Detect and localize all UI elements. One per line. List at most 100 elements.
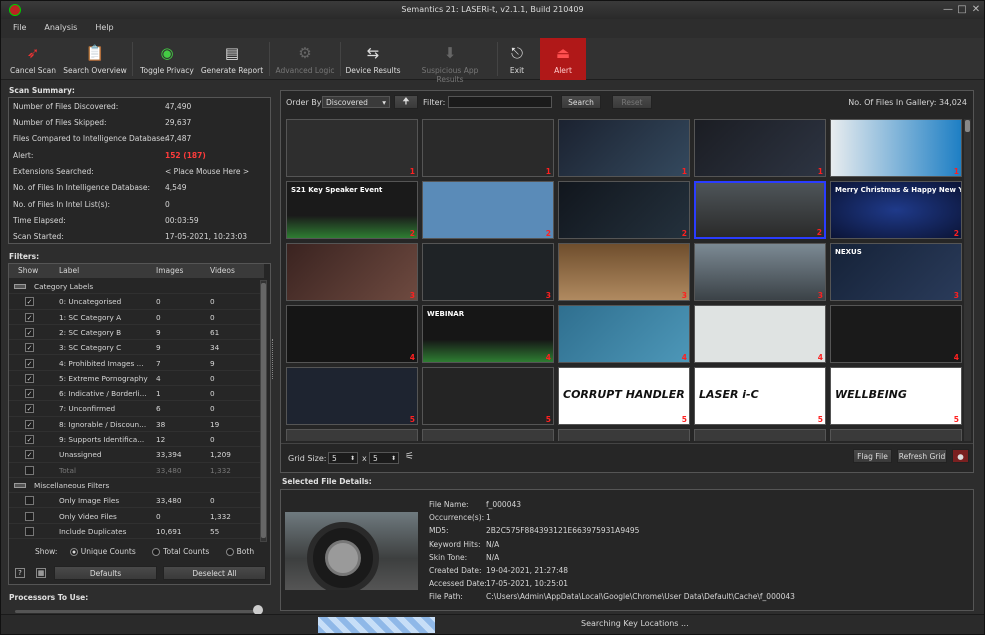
filter-row[interactable]: ✓ 2: SC Category B 9 61: [9, 325, 264, 341]
filter-row[interactable]: ✓ Unassigned 33,394 1,209: [9, 447, 264, 463]
gallery-thumbnail[interactable]: 4: [694, 305, 826, 363]
filter-group[interactable]: Miscellaneous Filters: [9, 478, 264, 494]
menu-help[interactable]: Help: [83, 19, 119, 37]
filter-checkbox[interactable]: ✓: [25, 404, 34, 414]
filter-row[interactable]: ✓ 6: Indicative / Borderli... 1 0: [9, 386, 264, 402]
gallery-thumbnail[interactable]: WEBINAR 4: [422, 305, 554, 363]
gallery-thumbnail[interactable]: 1: [286, 119, 418, 177]
grid-size-y[interactable]: 5 ⬍: [369, 452, 399, 464]
gallery-thumbnail[interactable]: 1: [422, 119, 554, 177]
reset-button[interactable]: Reset: [612, 95, 652, 109]
sort-direction-button[interactable]: 🠉: [394, 95, 418, 109]
export-icon[interactable]: ▦: [36, 568, 46, 578]
gallery-thumbnail[interactable]: [830, 429, 962, 441]
search-overview-button[interactable]: 📋 Search Overview: [63, 38, 127, 80]
filter-row[interactable]: ✓ 3: SC Category C 9 34: [9, 340, 264, 356]
search-button[interactable]: Search: [561, 95, 601, 109]
gallery-thumbnail[interactable]: 2: [422, 181, 554, 239]
filter-row[interactable]: ✓ 7: Unconfirmed 6 0: [9, 401, 264, 417]
gallery-thumbnail[interactable]: 2: [694, 181, 826, 239]
gallery-thumbnail[interactable]: WELLBEING 5: [830, 367, 962, 425]
filter-row[interactable]: Only Video Files 0 1,332: [9, 509, 264, 524]
grid-settings-icon[interactable]: ⚟: [405, 451, 414, 462]
gallery-thumbnail[interactable]: 1: [694, 119, 826, 177]
help-icon[interactable]: ?: [15, 568, 25, 578]
filter-checkbox[interactable]: ✓: [25, 327, 34, 337]
collapse-icon[interactable]: [14, 482, 26, 488]
gallery-thumbnail[interactable]: [558, 429, 690, 441]
extensions-hover[interactable]: < Place Mouse Here >: [165, 164, 249, 180]
gallery-thumbnail[interactable]: CORRUPT HANDLER 5: [558, 367, 690, 425]
filter-row[interactable]: ✓ 0: Uncategorised 0 0: [9, 294, 264, 310]
gallery-scrollbar[interactable]: [964, 119, 971, 441]
filter-checkbox[interactable]: ✓: [25, 312, 34, 322]
filter-row[interactable]: ✓ 4: Prohibited Images ... 7 9: [9, 356, 264, 371]
cancel-scan-button[interactable]: ➶ Cancel Scan: [7, 38, 59, 80]
defaults-button[interactable]: Defaults: [54, 566, 157, 580]
filter-checkbox[interactable]: ✓: [25, 373, 34, 383]
processors-slider[interactable]: [15, 610, 260, 613]
gallery-thumbnail[interactable]: 4: [286, 305, 418, 363]
toggle-privacy-button[interactable]: ◉ Toggle Privacy: [137, 38, 197, 80]
gallery-thumbnail[interactable]: Merry Christmas & Happy New Year 2: [830, 181, 962, 239]
filter-checkbox[interactable]: ✓: [25, 389, 34, 399]
filter-checkbox[interactable]: ✓: [25, 435, 34, 444]
filter-checkbox[interactable]: ✓: [25, 450, 34, 460]
filter-checkbox[interactable]: [25, 496, 34, 506]
filter-row[interactable]: ✓ 9: Supports Identifica... 12 0: [9, 432, 264, 448]
unique-counts-radio[interactable]: Unique Counts: [69, 547, 136, 556]
suspicious-app-results-button[interactable]: ⬇ Suspicious App Results: [407, 38, 493, 84]
both-radio[interactable]: Both: [225, 547, 254, 556]
filters-scrollbar[interactable]: [260, 280, 267, 542]
filter-row[interactable]: Only Image Files 33,480 0: [9, 493, 264, 509]
total-counts-radio[interactable]: Total Counts: [152, 547, 209, 556]
refresh-grid-button[interactable]: Refresh Grid: [897, 449, 947, 463]
filter-row[interactable]: Total 33,480 1,332: [9, 463, 264, 478]
alert-count[interactable]: 152 (187): [165, 148, 206, 164]
gallery-thumbnail[interactable]: [286, 429, 418, 441]
advanced-logic-button[interactable]: ⚙ Advanced Logic: [274, 38, 336, 80]
generate-report-button[interactable]: ▤ Generate Report: [200, 38, 264, 80]
filter-row[interactable]: ✓ 5: Extreme Pornography 4 0: [9, 371, 264, 387]
gallery-thumbnail[interactable]: 3: [694, 243, 826, 301]
grid-size-x[interactable]: 5 ⬍: [328, 452, 358, 464]
gallery-thumbnail[interactable]: 4: [558, 305, 690, 363]
flag-file-button[interactable]: Flag File: [853, 449, 892, 463]
filter-input[interactable]: [448, 96, 552, 108]
gallery-thumbnail[interactable]: LASER i-C 5: [694, 367, 826, 425]
gallery-thumbnail[interactable]: NEXUS 3: [830, 243, 962, 301]
minimize-icon[interactable]: —: [941, 3, 955, 17]
alert-button[interactable]: ⏏ Alert: [540, 38, 586, 80]
order-by-select[interactable]: Discovered ▾: [322, 96, 390, 108]
gallery-thumbnail[interactable]: S21 Key Speaker Event 2: [286, 181, 418, 239]
filter-group[interactable]: Category Labels: [9, 279, 264, 295]
gallery-thumbnail[interactable]: 3: [422, 243, 554, 301]
gallery-thumbnail[interactable]: 1: [558, 119, 690, 177]
deselect-all-button[interactable]: Deselect All: [163, 566, 266, 580]
gallery-thumbnail[interactable]: 3: [286, 243, 418, 301]
filter-checkbox[interactable]: ✓: [25, 419, 34, 429]
filter-checkbox[interactable]: ✓: [25, 358, 34, 368]
gallery-thumbnail[interactable]: 5: [286, 367, 418, 425]
filter-row[interactable]: ✓ 1: SC Category A00: [9, 310, 264, 325]
gallery-thumbnail[interactable]: [422, 429, 554, 441]
device-results-button[interactable]: ⇆ Device Results: [345, 38, 401, 80]
filter-checkbox[interactable]: [25, 526, 34, 536]
filter-checkbox[interactable]: ✓: [25, 297, 34, 307]
menu-analysis[interactable]: Analysis: [32, 19, 83, 37]
exit-button[interactable]: ⎋ Exit: [501, 38, 533, 80]
panel-splitter[interactable]: [272, 339, 275, 379]
filter-checkbox[interactable]: [25, 465, 34, 475]
gallery-thumbnail[interactable]: 2: [558, 181, 690, 239]
filter-row[interactable]: ✓ 8: Ignorable / Discoun... 38 19: [9, 417, 264, 432]
maximize-icon[interactable]: □: [955, 3, 969, 17]
filter-row[interactable]: Include Duplicates 10,691 55: [9, 524, 264, 540]
gallery-thumbnail[interactable]: 4: [830, 305, 962, 363]
filter-checkbox[interactable]: ✓: [25, 343, 34, 353]
collapse-icon[interactable]: [14, 284, 26, 289]
alert-flag-button[interactable]: ●: [952, 449, 969, 463]
gallery-thumbnail[interactable]: 1: [830, 119, 962, 177]
gallery-thumbnail[interactable]: 5: [422, 367, 554, 425]
gallery-thumbnail[interactable]: 3: [558, 243, 690, 301]
filter-checkbox[interactable]: [25, 511, 34, 521]
